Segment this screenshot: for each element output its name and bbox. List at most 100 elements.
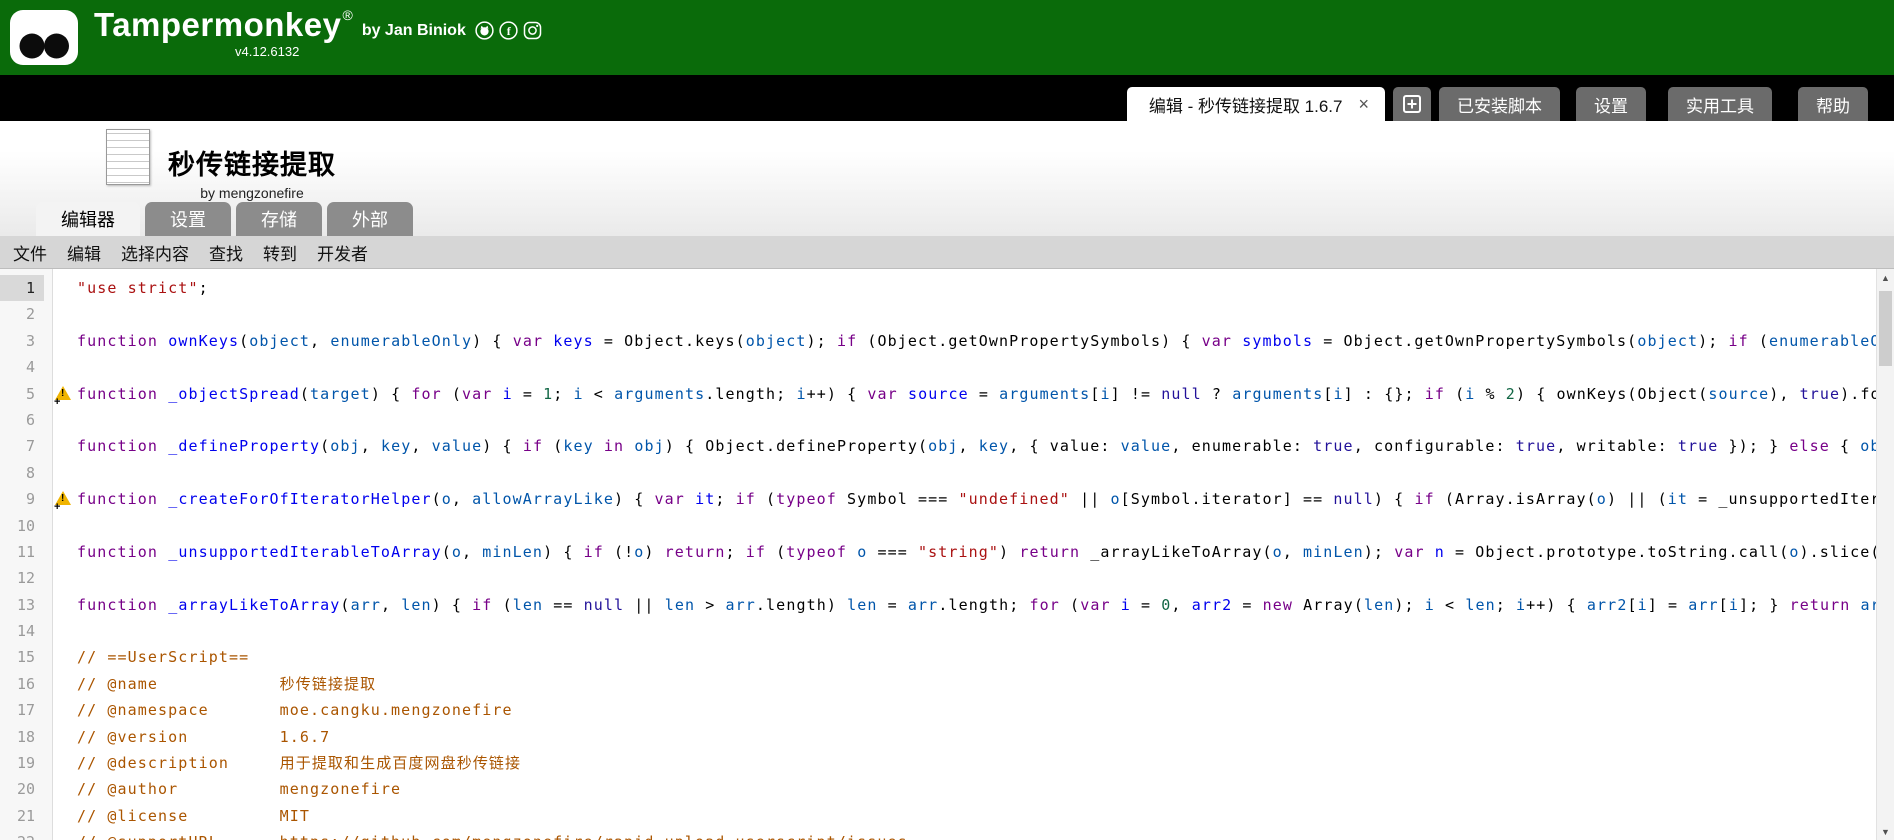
menu-转到[interactable]: 转到 [253, 240, 307, 265]
tampermonkey-logo [10, 10, 78, 65]
warning-marker: + [54, 501, 60, 512]
line-number: 22 [0, 829, 44, 840]
menu-文件[interactable]: 文件 [3, 240, 57, 265]
menu-开发者[interactable]: 开发者 [307, 240, 378, 265]
script-header: 秒传链接提取 by mengzonefire [106, 129, 336, 201]
page: Tampermonkey® by Jan Biniok f [0, 0, 1894, 840]
tab-存储[interactable]: 存储 [236, 202, 322, 236]
line-number: 19 [0, 750, 44, 776]
code-line[interactable]: 6 [0, 407, 1876, 433]
code-line[interactable]: 11 function _unsupportedIterableToArray(o… [0, 539, 1876, 565]
line-number: 21 [0, 803, 44, 829]
code-line[interactable]: 19 // @description 用于提取和生成百度网盘秒传链接 [0, 750, 1876, 776]
code-text: function _objectSpread(target) { for (va… [77, 381, 1876, 407]
new-script-tab[interactable] [1393, 87, 1431, 121]
line-number: 5 [0, 381, 44, 407]
warning-marker: + [54, 396, 60, 407]
line-number: 18 [0, 724, 44, 750]
script-title: 秒传链接提取 [168, 143, 336, 182]
line-number: 12 [0, 565, 44, 591]
code-text: // @version 1.6.7 [77, 724, 1876, 750]
tab-设置[interactable]: 设置 [1576, 87, 1646, 121]
svg-text:f: f [507, 24, 512, 38]
github-icon[interactable] [475, 21, 494, 40]
code-area[interactable]: 1 "use strict"; 23 function ownKeys(object,… [0, 275, 1876, 840]
code-text: // @license MIT [77, 803, 1876, 829]
code-line[interactable]: 2 [0, 301, 1876, 327]
tab-edit-script[interactable]: 编辑 - 秒传链接提取 1.6.7 × [1127, 87, 1385, 121]
code-line[interactable]: 4 [0, 354, 1876, 380]
code-editor[interactable]: 1 "use strict"; 23 function ownKeys(object,… [0, 268, 1894, 840]
code-line[interactable]: 5 + function _objectSpread(target) { for (… [0, 381, 1876, 407]
line-number: 8 [0, 460, 44, 486]
menu-选择内容[interactable]: 选择内容 [111, 240, 199, 265]
line-number: 11 [0, 539, 44, 565]
line-number: 4 [0, 354, 44, 380]
code-line[interactable]: 9+function _createForOfIteratorHelper(o,… [0, 486, 1876, 512]
code-line[interactable]: 14 [0, 618, 1876, 644]
code-line[interactable]: 22 // @supportURL https://github.com/meng… [0, 829, 1876, 840]
tab-editor[interactable]: 编辑器 [36, 202, 140, 236]
code-line[interactable]: 7function _defineProperty(obj, key, valu… [0, 433, 1876, 459]
code-line[interactable]: 16 // @name 秒传链接提取 [0, 671, 1876, 697]
tab-实用工具[interactable]: 实用工具 [1668, 87, 1772, 121]
line-number: 3 [0, 328, 44, 354]
brand-name: Tampermonkey [94, 6, 341, 44]
instagram-icon[interactable] [523, 21, 542, 40]
menu-查找[interactable]: 查找 [199, 240, 253, 265]
code-line[interactable]: 13 function _arrayLikeToArray(arr, len) {… [0, 592, 1876, 618]
line-number: 15 [0, 644, 44, 670]
code-line[interactable]: 12 [0, 565, 1876, 591]
content: 秒传链接提取 by mengzonefire 编辑器 设置存储外部 文件编辑选择… [0, 121, 1894, 840]
code-text: // @description 用于提取和生成百度网盘秒传链接 [77, 750, 1876, 776]
app-header: Tampermonkey® by Jan Biniok f [0, 0, 1894, 75]
tab-帮助[interactable]: 帮助 [1798, 87, 1868, 121]
script-author: by mengzonefire [168, 185, 336, 201]
line-number: 2 [0, 301, 44, 327]
plus-icon [1402, 94, 1422, 114]
code-text: function _createForOfIteratorHelper(o, a… [77, 486, 1876, 512]
scroll-up-icon[interactable]: ▲ [1877, 269, 1894, 286]
code-text: function _arrayLikeToArray(arr, len) { i… [77, 592, 1876, 618]
menu-编辑[interactable]: 编辑 [57, 240, 111, 265]
line-number: 14 [0, 618, 44, 644]
tab-外部[interactable]: 外部 [327, 202, 413, 236]
code-text: function _defineProperty(obj, key, value… [77, 433, 1876, 459]
browser-tab-bar: 编辑 - 秒传链接提取 1.6.7 × 已安装脚本设置实用工具帮助 [0, 75, 1894, 121]
code-text: // ==UserScript== [77, 644, 1876, 670]
code-line[interactable]: 21 // @license MIT [0, 803, 1876, 829]
code-line[interactable]: 8 [0, 460, 1876, 486]
tab-已安装脚本[interactable]: 已安装脚本 [1439, 87, 1560, 121]
code-line[interactable]: 20// @author mengzonefire [0, 776, 1876, 802]
code-text: function ownKeys(object, enumerableOnly)… [77, 328, 1876, 354]
code-line[interactable]: 17// @namespace moe.cangku.mengzonefire [0, 697, 1876, 723]
code-line[interactable]: 1 "use strict"; [0, 275, 1876, 301]
line-number: 10 [0, 513, 44, 539]
line-number: 6 [0, 407, 44, 433]
code-text: // @supportURL https://github.com/mengzo… [77, 829, 1876, 840]
tab-设置[interactable]: 设置 [145, 202, 231, 236]
line-number: 16 [0, 671, 44, 697]
code-line[interactable]: 18 // @version 1.6.7 [0, 724, 1876, 750]
scroll-down-icon[interactable]: ▼ [1877, 823, 1894, 840]
line-number: 17 [0, 697, 44, 723]
tab-label: 编辑 - 秒传链接提取 1.6.7 [1149, 92, 1343, 117]
code-text: // @author mengzonefire [77, 776, 1876, 802]
editor-menubar: 文件编辑选择内容查找转到开发者 [0, 236, 1894, 268]
line-number: 1 [0, 275, 44, 301]
scrollbar-thumb[interactable] [1879, 291, 1892, 366]
code-text: "use strict"; [77, 275, 1876, 301]
line-number: 13 [0, 592, 44, 618]
code-line[interactable]: 15 // ==UserScript== [0, 644, 1876, 670]
code-text: // @name 秒传链接提取 [77, 671, 1876, 697]
app-version: v4.12.6132 [235, 44, 542, 59]
trademark-symbol: ® [342, 7, 352, 23]
script-thumbnail-icon [106, 129, 150, 185]
facebook-icon[interactable]: f [499, 21, 518, 40]
code-line[interactable]: 3 function ownKeys(object, enumerableOnly… [0, 328, 1876, 354]
code-line[interactable]: 10 [0, 513, 1876, 539]
code-text: function _unsupportedIterableToArray(o, … [77, 539, 1876, 565]
tab-close-icon[interactable]: × [1358, 94, 1369, 115]
editor-scrollbar[interactable]: ▲ ▼ [1876, 269, 1894, 840]
header-byline: by Jan Biniok [362, 22, 466, 40]
